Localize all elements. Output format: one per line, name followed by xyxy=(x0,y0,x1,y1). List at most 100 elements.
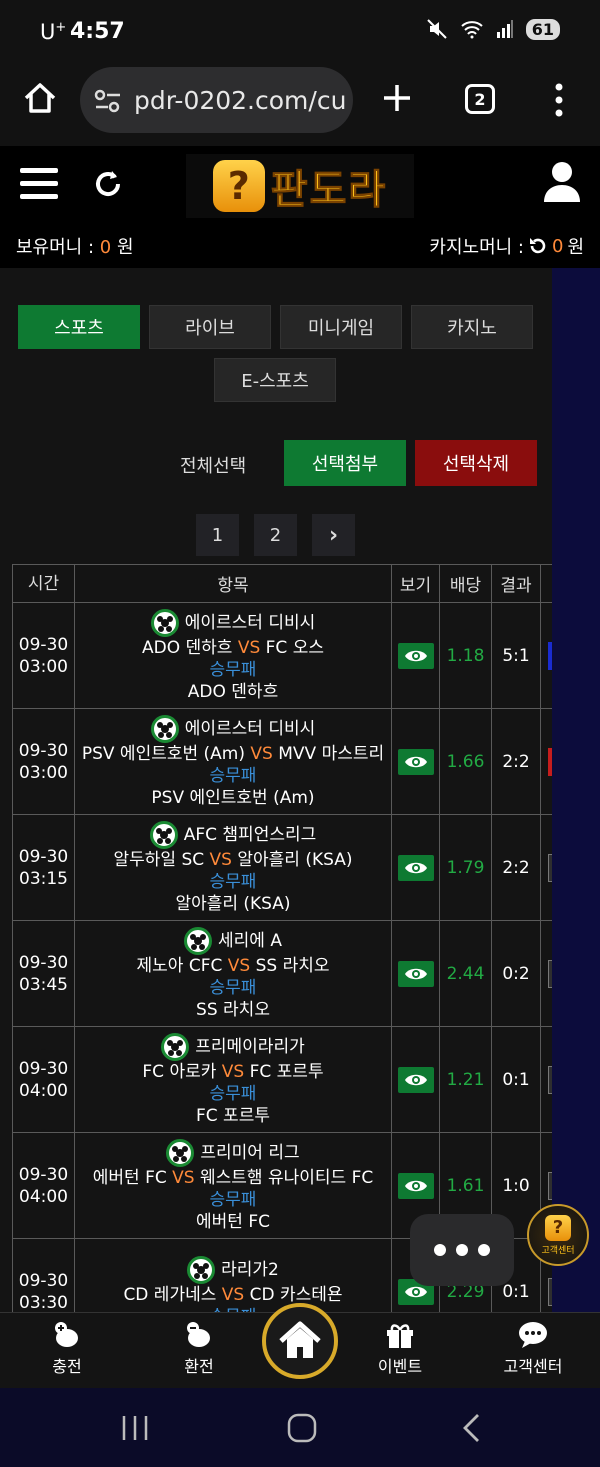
bet-pick: ADO 덴하흐 xyxy=(187,681,279,702)
holding-money: 보유머니 : 0 원 xyxy=(16,233,134,259)
league-name: 에이르스터 디비시 xyxy=(184,612,316,633)
tab-switcher-button[interactable]: 2 xyxy=(465,84,495,114)
home-icon[interactable] xyxy=(22,80,58,116)
tab-casino[interactable]: 카지노 xyxy=(411,305,533,349)
user-profile-icon[interactable] xyxy=(543,161,581,203)
holding-money-label: 보유머니 : xyxy=(16,237,95,258)
home-team: PSV 에인트호번 (Am) xyxy=(81,743,245,764)
view-cell xyxy=(391,1026,440,1133)
view-detail-button[interactable] xyxy=(397,642,434,669)
table-row: 09-30 03:00 에이르스터 디비시 ADO 덴하흐 VS FC 오스 승무패 AD… xyxy=(12,602,552,709)
select-all-label[interactable]: 전체선택 xyxy=(180,452,246,478)
back-icon[interactable] xyxy=(460,1412,482,1444)
tab-minigame[interactable]: 미니게임 xyxy=(280,305,402,349)
header-item: 항목 xyxy=(74,564,392,603)
header-view: 보기 xyxy=(391,564,440,603)
match-line: 제노아 CFC VS SS 라치오 xyxy=(75,955,391,977)
bet-result: 2:2 xyxy=(491,708,541,815)
vs-label: VS xyxy=(227,955,251,976)
carrier-text: U xyxy=(40,20,56,44)
bet-time: 09-30 03:30 xyxy=(12,1238,75,1312)
hamburger-menu-icon[interactable] xyxy=(20,166,58,200)
cs-float-label: 고객센터 xyxy=(541,1245,575,1256)
eye-icon xyxy=(404,650,427,661)
tab-esports[interactable]: E-스포츠 xyxy=(214,358,336,402)
tab-sports[interactable]: 스포츠 xyxy=(18,305,140,349)
view-cell xyxy=(391,708,440,815)
bet-result: 2:2 xyxy=(491,814,541,921)
match-line: ADO 덴하흐 VS FC 오스 xyxy=(75,637,391,659)
carrier-sup: + xyxy=(55,20,67,35)
nav-exchange[interactable]: 환전 xyxy=(144,1321,254,1377)
view-detail-button[interactable] xyxy=(397,854,434,881)
nav-event[interactable]: 이벤트 xyxy=(345,1321,455,1377)
league-line: 라리가2 xyxy=(75,1255,391,1284)
soccer-ball-icon xyxy=(150,714,179,743)
league-name: 세리에 A xyxy=(218,930,282,951)
away-team: CD 카스테욘 xyxy=(249,1284,343,1305)
delete-selected-button[interactable]: 선택삭제 xyxy=(415,440,537,486)
header-odds: 배당 xyxy=(439,564,492,603)
table-body: 09-30 03:00 에이르스터 디비시 ADO 덴하흐 VS FC 오스승무패 AD… xyxy=(12,602,552,1312)
eye-icon xyxy=(404,1074,427,1085)
view-detail-button[interactable] xyxy=(397,748,434,775)
system-home-icon[interactable] xyxy=(286,1412,318,1444)
bet-item: AFC 챔피언스리그 알두하일 SC VS 알아흘리 (KSA) 승무패 알아흘리 (… xyxy=(74,814,392,921)
status-icons: 61 xyxy=(426,18,560,40)
refresh-icon[interactable] xyxy=(92,168,124,200)
view-cell xyxy=(391,920,440,1027)
bet-history-table: 시간 항목 보기 배당 결과 상태 09-3003:00에이르스터 디비시ADO… xyxy=(12,564,552,1312)
page-2-button[interactable]: 2 xyxy=(254,514,297,556)
nav-home-button[interactable] xyxy=(262,1303,338,1379)
signal-icon xyxy=(496,20,513,38)
system-navigation-bar xyxy=(0,1388,600,1467)
casino-money-label: 카지노머니 : xyxy=(429,237,524,258)
table-row: 09-30 03:15 AFC 챔피언스리그 알두하일 SC VS 알아흘리 (KSA… xyxy=(12,814,552,921)
bet-result: 5:1 xyxy=(491,602,541,709)
next-page-button[interactable]: › xyxy=(312,514,355,556)
view-detail-button[interactable] xyxy=(397,960,434,987)
page-1-button[interactable]: 1 xyxy=(196,514,239,556)
more-options-button[interactable] xyxy=(410,1214,514,1286)
new-tab-icon[interactable] xyxy=(381,82,413,114)
match-line: FC 아로카 VS FC 포르투 xyxy=(75,1061,391,1083)
away-team: SS 라치오 xyxy=(255,955,330,976)
bet-date: 09-30 xyxy=(18,846,69,867)
chat-support-icon xyxy=(519,1322,547,1348)
url-bar[interactable]: pdr-0202.com/cu xyxy=(80,67,353,133)
home-team: 제노아 CFC xyxy=(136,955,223,976)
market-type: 승무패 xyxy=(209,1083,257,1104)
browser-toolbar: pdr-0202.com/cu 2 xyxy=(0,62,600,146)
league-name: 에이르스터 디비시 xyxy=(184,718,316,739)
league-name: 프리미어 리그 xyxy=(200,1142,300,1163)
bet-item: 세리에 A 제노아 CFC VS SS 라치오 승무패 SS 라치오 xyxy=(74,920,392,1027)
site-logo[interactable]: ? 판도라 xyxy=(186,154,414,218)
eye-icon xyxy=(404,1180,427,1191)
league-name: 라리가2 xyxy=(221,1259,279,1280)
home-team: CD 레가네스 xyxy=(123,1284,217,1305)
nav-support[interactable]: 고객센터 xyxy=(478,1321,588,1377)
league-line: AFC 챔피언스리그 xyxy=(75,820,391,849)
casino-refresh-icon[interactable] xyxy=(528,236,548,256)
logo-text: 판도라 xyxy=(270,167,388,214)
logo-question-icon: ? xyxy=(212,160,265,212)
site-settings-icon[interactable] xyxy=(94,89,122,113)
customer-center-float-button[interactable]: ? 고객센터 xyxy=(527,1204,589,1266)
view-detail-button[interactable] xyxy=(397,1066,434,1093)
tab-live[interactable]: 라이브 xyxy=(149,305,271,349)
nav-charge[interactable]: 충전 xyxy=(12,1321,122,1377)
gift-icon xyxy=(387,1324,413,1348)
table-row: 09-30 04:00 프리메이라리가 FC 아로카 VS FC 포르투 승무패 FC 포… xyxy=(12,1026,552,1133)
bet-pick: PSV 에인트호번 (Am) xyxy=(151,787,315,808)
match-line: PSV 에인트호번 (Am) VS MVV 마스트리 xyxy=(75,743,391,765)
recent-apps-icon[interactable] xyxy=(120,1414,150,1442)
bet-pick: 에버턴 FC xyxy=(196,1211,270,1232)
attach-selected-button[interactable]: 선택첨부 xyxy=(284,440,406,486)
bet-clock: 04:00 xyxy=(19,1186,68,1207)
menu-dots-icon[interactable] xyxy=(552,82,566,118)
view-detail-button[interactable] xyxy=(397,1172,434,1199)
bet-clock: 03:00 xyxy=(19,656,68,677)
away-team: MVV 마스트리 xyxy=(278,743,385,764)
battery-indicator: 61 xyxy=(525,18,560,40)
bet-item: 프리메이라리가 FC 아로카 VS FC 포르투 승무패 FC 포르투 xyxy=(74,1026,392,1133)
